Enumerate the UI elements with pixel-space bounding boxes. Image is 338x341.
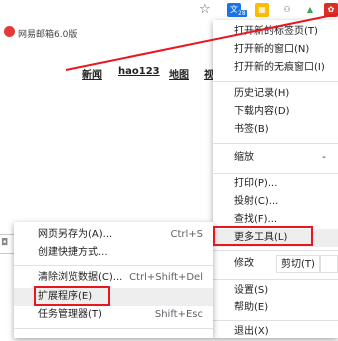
netease-mail-icon[interactable] xyxy=(4,26,15,37)
menu-divider xyxy=(14,328,213,329)
more-tools-submenu: 网页另存为(A)... Ctrl+S 创建快捷方式... 清除浏览数据(C)..… xyxy=(14,222,213,338)
menu-new-incognito[interactable]: 打开新的无痕窗口(I) xyxy=(213,59,338,77)
nav-link-hao123[interactable]: hao123 xyxy=(118,66,160,77)
menu-exit[interactable]: 退出(X) xyxy=(213,323,338,341)
menu-new-window[interactable]: 打开新的窗口(N) xyxy=(213,41,338,59)
menu-settings[interactable]: 设置(S) xyxy=(213,282,338,300)
menu-bookmarks[interactable]: 书签(B) xyxy=(213,121,338,139)
menu-divider xyxy=(213,320,338,321)
menu-history[interactable]: 历史记录(H) xyxy=(213,85,338,103)
menu-divider xyxy=(14,265,213,266)
extension-badge: 28 xyxy=(237,10,247,17)
menu-divider xyxy=(213,173,338,174)
link-extension-icon[interactable]: ⚇ xyxy=(280,3,294,17)
zoom-out-button[interactable]: - xyxy=(313,149,335,167)
annotation-box-more-tools xyxy=(213,226,313,246)
submenu-create-shortcut[interactable]: 创建快捷方式... xyxy=(14,244,213,262)
abp-extension-icon[interactable]: ✿ xyxy=(324,3,338,17)
menu-cast[interactable]: 投射(C)... xyxy=(213,193,338,211)
submenu-clear-data[interactable]: 清除浏览数据(C)... Ctrl+Shift+Del xyxy=(14,269,213,287)
menu-divider xyxy=(213,81,338,82)
chart-extension-icon[interactable]: ▲ xyxy=(303,3,317,17)
menu-print[interactable]: 打印(P)... xyxy=(213,175,338,193)
colorful-extension-icon[interactable]: ▦ xyxy=(255,3,269,17)
menu-divider xyxy=(213,143,338,144)
menu-downloads[interactable]: 下载内容(D) xyxy=(213,103,338,121)
copy-button[interactable] xyxy=(320,255,338,273)
chrome-main-menu: 打开新的标签页(T) 打开新的窗口(N) 打开新的无痕窗口(I) 历史记录(H)… xyxy=(213,20,338,338)
submenu-save-page[interactable]: 网页另存为(A)... Ctrl+S xyxy=(14,226,213,244)
nav-link-map[interactable]: 地图 xyxy=(169,66,189,81)
annotation-box-extensions xyxy=(34,286,110,306)
menu-divider xyxy=(213,250,338,251)
cut-button[interactable]: 剪切(T) xyxy=(276,255,320,273)
menu-divider xyxy=(213,279,338,280)
menu-new-tab[interactable]: 打开新的标签页(T) xyxy=(213,23,338,41)
bookmark-netease-mail[interactable]: 网易邮箱6.0版 xyxy=(18,27,77,40)
menu-help[interactable]: 帮助(E) xyxy=(213,299,338,317)
submenu-task-manager[interactable]: 任务管理器(T) Shift+Esc xyxy=(14,306,213,324)
nav-link-news[interactable]: 新闻 xyxy=(82,66,102,81)
browser-toolbar: ☆ 文 28 ▦ ⚇ ▲ ✿ xyxy=(0,0,338,22)
bookmark-star-icon[interactable]: ☆ xyxy=(199,2,211,17)
camera-icon[interactable]: ◘ xyxy=(1,238,8,248)
